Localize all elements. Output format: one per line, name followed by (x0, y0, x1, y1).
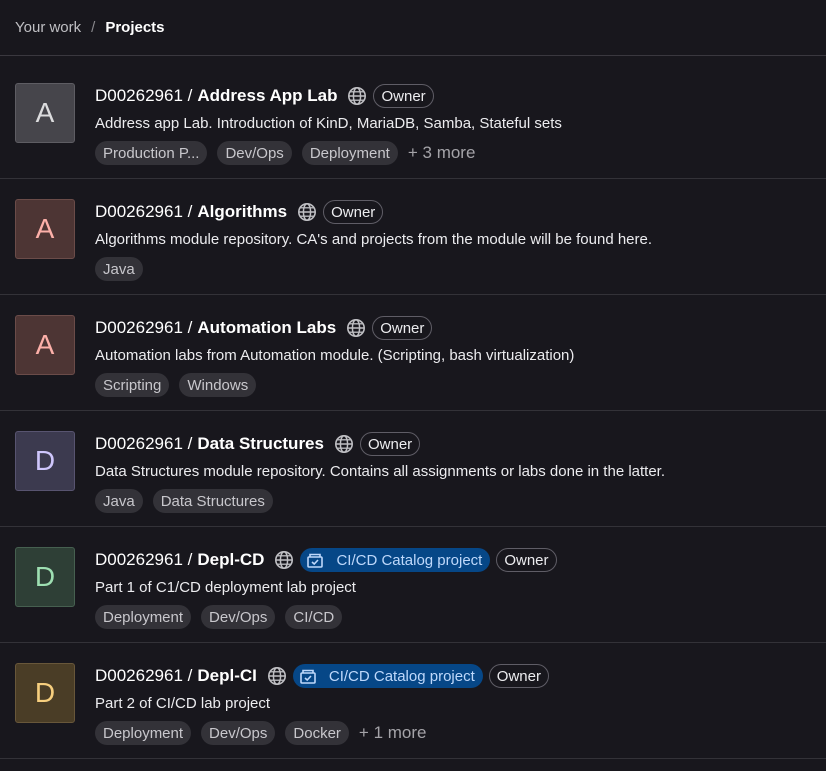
project-namespace[interactable]: D00262961 / (95, 86, 192, 106)
project-topics: Scripting Windows (95, 373, 816, 397)
project-name-link[interactable]: Automation Labs (197, 318, 336, 338)
project-title-line: D00262961 /Algorithms Owner (95, 199, 816, 225)
project-description: Data Structures module repository. Conta… (95, 463, 666, 480)
catalog-icon (306, 551, 330, 569)
project-info: D00262961 /Data Structures Owner Data Stru… (95, 431, 816, 513)
project-title-line: D00262961 /Data Structures Owner (95, 431, 816, 457)
role-badge: Owner (373, 84, 434, 108)
project-description: Algorithms module repository. CA's and p… (95, 231, 653, 248)
project-description: Part 2 of CI/CD lab project (95, 695, 271, 712)
globe-icon (347, 86, 367, 106)
breadcrumb: Your work / Projects (0, 0, 826, 56)
topic-tag[interactable]: Data Structures (152, 489, 273, 513)
project-description: Part 1 of C1/CD deployment lab project (95, 579, 356, 596)
topic-tag[interactable]: Dev/Ops (201, 721, 276, 745)
project-avatar[interactable]: D (15, 547, 75, 607)
project-row: A D00262961 /Address App Lab Owner Address … (0, 63, 826, 179)
role-badge: Owner (488, 664, 549, 688)
topic-tag[interactable]: Deployment (301, 141, 398, 165)
topic-tag[interactable]: CI/CD (285, 605, 343, 629)
role-badge: Owner (496, 548, 557, 572)
project-avatar[interactable]: A (15, 199, 75, 259)
globe-icon (297, 202, 317, 222)
more-topics-link[interactable]: + 3 more (408, 143, 476, 163)
breadcrumb-separator: / (91, 19, 96, 36)
catalog-icon (299, 667, 323, 685)
role-badge: Owner (323, 200, 384, 224)
project-topics: Java (95, 257, 816, 281)
project-namespace[interactable]: D00262961 / (95, 202, 192, 222)
project-row: A D00262961 /Automation Labs Owner Automati… (0, 295, 826, 411)
topic-tag[interactable]: Java (95, 257, 143, 281)
catalog-badge-label: CI/CD Catalog project (336, 551, 483, 569)
topic-tag[interactable]: Dev/Ops (201, 605, 276, 629)
project-title-line: D00262961 /Depl-CI CI/CD Catalog project O… (95, 663, 816, 689)
project-title-line: D00262961 /Automation Labs Owner (95, 315, 816, 341)
role-badge: Owner (372, 316, 433, 340)
project-name-link[interactable]: Address App Lab (197, 86, 337, 106)
topic-tag[interactable]: Java (95, 489, 143, 513)
project-row: D D00262961 /Data Structures Owner Data Str… (0, 411, 826, 527)
project-topics: Java Data Structures (95, 489, 816, 513)
project-info: D00262961 /Depl-CD CI/CD Catalog project O… (95, 547, 816, 629)
project-info: D00262961 /Automation Labs Owner Automatio… (95, 315, 816, 397)
project-info: D00262961 /Algorithms Owner Algorithms mod… (95, 199, 816, 281)
project-info: D00262961 /Address App Lab Owner Address a… (95, 83, 816, 165)
project-title-line: D00262961 /Depl-CD CI/CD Catalog project O… (95, 547, 816, 573)
role-badge: Owner (359, 432, 421, 456)
project-topics: Deployment Dev/Ops Docker + 1 more (95, 721, 816, 745)
topic-tag[interactable]: Docker (285, 721, 349, 745)
project-namespace[interactable]: D00262961 / (95, 318, 192, 338)
project-name-link[interactable]: Depl-CI (197, 666, 257, 686)
catalog-badge-label: CI/CD Catalog project (328, 667, 475, 685)
project-avatar[interactable]: A (15, 315, 75, 375)
topic-tag[interactable]: Scripting (95, 373, 170, 397)
project-title-line: D00262961 /Address App Lab Owner (95, 83, 816, 109)
globe-icon (267, 666, 287, 686)
globe-icon (346, 318, 366, 338)
project-name-link[interactable]: Data Structures (197, 434, 324, 454)
globe-icon (274, 550, 294, 570)
project-topics: Production P... Dev/Ops Deployment + 3 more (95, 141, 816, 165)
project-avatar[interactable]: A (15, 83, 75, 143)
globe-icon (334, 434, 354, 454)
project-avatar[interactable]: D (15, 431, 75, 491)
project-avatar[interactable]: D (15, 663, 75, 723)
topic-tag[interactable]: Deployment (95, 605, 192, 629)
project-namespace[interactable]: D00262961 / (95, 434, 192, 454)
project-info: D00262961 /Depl-CI CI/CD Catalog project O… (95, 663, 816, 745)
topic-tag[interactable]: Deployment (95, 721, 192, 745)
project-topics: Deployment Dev/Ops CI/CD (95, 605, 816, 629)
project-name-link[interactable]: Depl-CD (197, 550, 264, 570)
breadcrumb-your-work-link[interactable]: Your work (15, 19, 81, 36)
project-description: Address app Lab. Introduction of KinD, M… (95, 115, 562, 132)
project-namespace[interactable]: D00262961 / (95, 550, 192, 570)
project-name-link[interactable]: Algorithms (197, 202, 287, 222)
project-row: A D00262961 /Algorithms Owner Algorithms mo… (0, 179, 826, 295)
topic-tag[interactable]: Windows (179, 373, 257, 397)
breadcrumb-current: Projects (105, 19, 165, 36)
topic-tag[interactable]: Dev/Ops (217, 141, 292, 165)
project-list: A D00262961 /Address App Lab Owner Address … (0, 63, 826, 759)
project-row: D D00262961 /Depl-CD CI/CD Catalog project… (0, 527, 826, 643)
project-namespace[interactable]: D00262961 / (95, 666, 192, 686)
project-description: Automation labs from Automation module. … (95, 347, 575, 364)
catalog-badge[interactable]: CI/CD Catalog project (292, 664, 483, 688)
catalog-badge[interactable]: CI/CD Catalog project (300, 548, 491, 572)
project-row: D D00262961 /Depl-CI CI/CD Catalog project… (0, 643, 826, 759)
more-topics-link[interactable]: + 1 more (359, 723, 427, 743)
topic-tag[interactable]: Production P... (95, 141, 208, 165)
